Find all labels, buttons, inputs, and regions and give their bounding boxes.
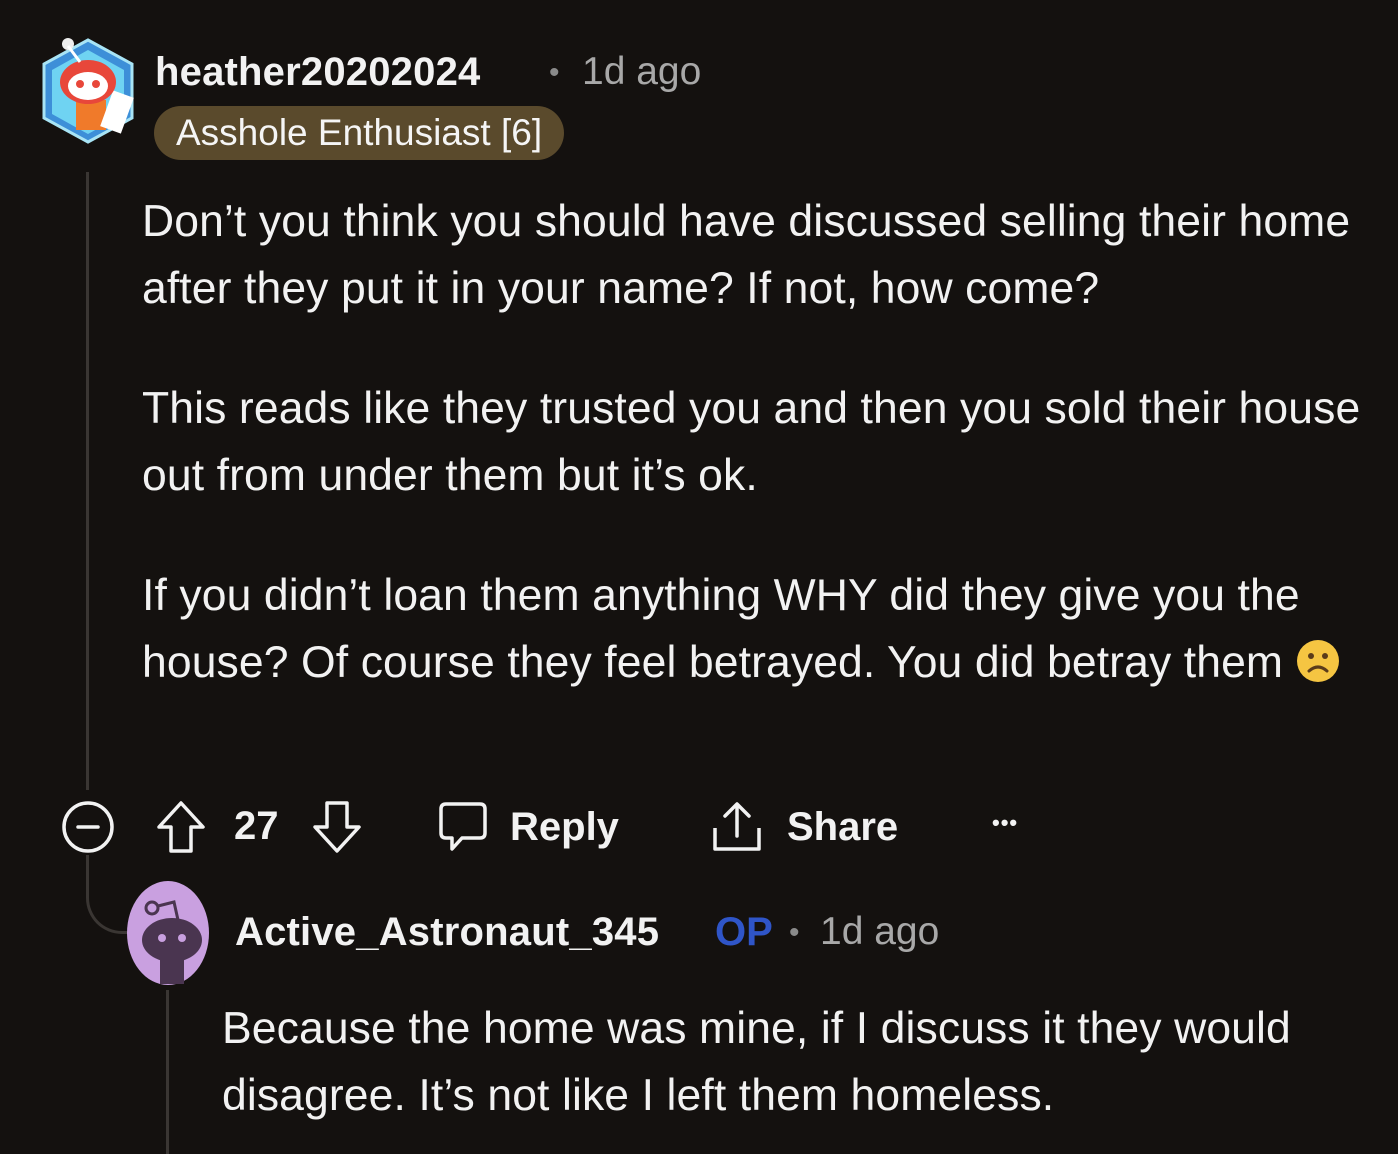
collapse-minus-icon <box>62 801 114 853</box>
username[interactable]: Active_Astronaut_345 <box>235 910 659 955</box>
share-label: Share <box>787 804 899 849</box>
user-flair[interactable]: Asshole Enthusiast [6] <box>154 106 565 160</box>
reply-body: Because the home was mine, if I discuss … <box>222 995 1302 1129</box>
frowning-face-emoji-icon <box>1296 635 1340 682</box>
comment-paragraph: This reads like they trusted you and the… <box>142 384 1361 500</box>
upvote-button[interactable] <box>156 800 206 854</box>
downvote-button[interactable] <box>312 800 362 854</box>
op-badge: OP <box>715 910 773 954</box>
snoo-default-avatar-icon <box>127 881 209 985</box>
user-avatar-heather[interactable] <box>38 38 138 146</box>
comment-body: Don’t you think you should have discusse… <box>142 188 1372 696</box>
more-options-icon: ••• <box>992 810 1019 835</box>
vote-count: 27 <box>234 804 279 848</box>
comment-paragraph-last: If you didn’t loan them anything WHY did… <box>142 562 1372 696</box>
speech-bubble-icon <box>438 800 488 854</box>
arrow-down-icon <box>313 801 361 853</box>
timestamp[interactable]: 1d ago <box>582 50 701 94</box>
collapse-button[interactable] <box>61 800 115 854</box>
share-button[interactable]: Share <box>711 800 898 854</box>
reply-label: Reply <box>510 804 619 849</box>
thread-line-parent[interactable] <box>86 172 89 790</box>
comment-paragraph: Because the home was mine, if I discuss … <box>222 1004 1291 1120</box>
share-upload-icon <box>711 800 763 854</box>
more-options-button[interactable]: ••• <box>992 810 1018 836</box>
comment-thread: heather20202024 • 1d ago Asshole Enthusi… <box>0 0 1398 1154</box>
meta-separator: • <box>549 56 560 89</box>
thread-line-reply[interactable] <box>166 990 169 1154</box>
comment-paragraph: Don’t you think you should have discusse… <box>142 197 1351 313</box>
username[interactable]: heather20202024 <box>155 50 480 95</box>
arrow-up-icon <box>157 801 205 853</box>
comment-paragraph: If you didn’t loan them anything WHY did… <box>142 571 1300 687</box>
user-avatar-active-astronaut[interactable] <box>126 880 210 986</box>
meta-separator: • <box>789 916 800 949</box>
snoo-avatar-icon <box>42 38 134 144</box>
reply-button[interactable]: Reply <box>438 800 619 854</box>
timestamp[interactable]: 1d ago <box>820 910 939 954</box>
